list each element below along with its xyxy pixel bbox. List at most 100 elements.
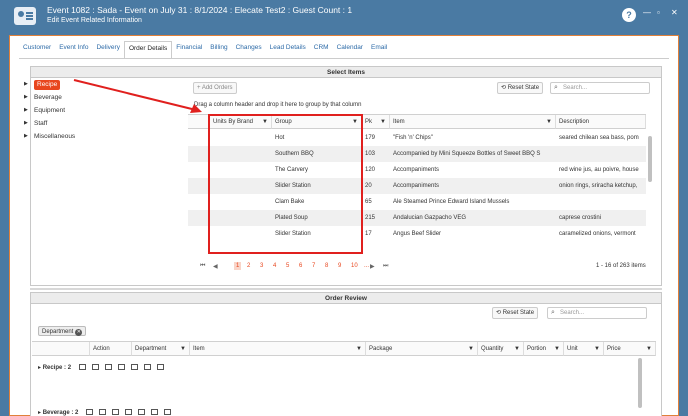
tree-item-beverage[interactable]: ▶ Beverage: [20, 91, 75, 104]
column-header-description[interactable]: Description: [556, 115, 646, 129]
tab-event-info[interactable]: Event Info: [55, 41, 92, 59]
tree-item-recipe[interactable]: ▶ Recipe: [20, 78, 75, 91]
filter-icon[interactable]: ▼: [514, 342, 520, 355]
tree-label: Equipment: [34, 107, 66, 114]
close-button[interactable]: ✕: [671, 8, 678, 17]
tab-changes[interactable]: Changes: [232, 41, 266, 59]
row-action-icons: [78, 364, 170, 371]
search-input[interactable]: Search...: [550, 82, 650, 94]
grid-scrollbar[interactable]: [648, 136, 652, 182]
truck-icon[interactable]: [125, 409, 133, 416]
column-label: Quantity: [481, 346, 504, 352]
cell-item: Andalucian Gazpacho VEG: [393, 215, 467, 221]
page-button[interactable]: 5: [286, 263, 289, 269]
cell-desc: caprese crostini: [559, 215, 602, 221]
next-page-button[interactable]: ▶: [370, 263, 375, 270]
reset-icon: ⟲: [501, 85, 508, 91]
sort-icon[interactable]: [99, 409, 107, 416]
trash-icon[interactable]: [86, 409, 94, 416]
page-button[interactable]: 6: [299, 263, 302, 269]
tab-delivery[interactable]: Delivery: [92, 41, 123, 59]
review-column-header[interactable]: Department ▼: [132, 342, 190, 356]
image-icon[interactable]: [138, 409, 146, 416]
review-column-header[interactable]: Quantity ▼: [478, 342, 524, 356]
list-icon[interactable]: [104, 364, 112, 371]
column-label: Description: [559, 119, 590, 125]
maximize-button[interactable]: ▫: [657, 8, 660, 17]
column-header-item[interactable]: Item ▼: [390, 115, 556, 129]
reset-state-button[interactable]: ⟲ Reset State: [497, 82, 544, 94]
cell-pk: 103: [365, 151, 376, 157]
review-column-header[interactable]: Package ▼: [366, 342, 478, 356]
highlight-box: [208, 114, 363, 254]
page-button[interactable]: ...: [364, 263, 369, 269]
filter-icon[interactable]: ▼: [594, 342, 600, 355]
page-button[interactable]: 2: [247, 263, 250, 269]
department-group-chip[interactable]: Department ✕: [38, 326, 87, 336]
tree-item-miscellaneous[interactable]: ▶ Miscellaneous: [20, 130, 75, 143]
trash-icon[interactable]: [78, 364, 86, 371]
contact-card-icon: [14, 7, 36, 25]
page-button[interactable]: 9: [338, 263, 341, 269]
review-search-input[interactable]: Search...: [547, 307, 647, 319]
red-arrow-icon: [73, 79, 202, 113]
review-column-header[interactable]: Unit ▼: [564, 342, 604, 356]
group-row-beverage[interactable]: ▸ Beverage : 2: [38, 405, 177, 416]
page-button[interactable]: 3: [260, 263, 263, 269]
filter-icon[interactable]: ▼: [646, 342, 652, 355]
group-label: Beverage : 2: [42, 410, 79, 416]
tree-item-staff[interactable]: ▶ Staff: [20, 117, 75, 130]
tab-email[interactable]: Email: [367, 41, 391, 59]
tab-crm[interactable]: CRM: [310, 41, 333, 59]
filter-icon[interactable]: ▼: [356, 342, 362, 355]
sort-icon[interactable]: [91, 364, 99, 371]
tab-customer[interactable]: Customer: [19, 41, 55, 59]
tab-calendar[interactable]: Calendar: [333, 41, 367, 59]
page-button[interactable]: 7: [312, 263, 315, 269]
column-label: Price: [607, 346, 621, 352]
filter-icon[interactable]: ▼: [546, 115, 552, 128]
page-button[interactable]: 4: [273, 263, 276, 269]
main-content: Customer Event Info Delivery Order Details F…: [9, 35, 679, 416]
tree-item-equipment[interactable]: ▶ Equipment: [20, 104, 75, 117]
chip-label: Department: [42, 329, 74, 335]
cell-item: Accompaniments: [393, 167, 440, 173]
prev-page-button[interactable]: ◀: [213, 263, 218, 270]
minimize-button[interactable]: —: [643, 8, 651, 17]
cell-pk: 215: [365, 215, 376, 221]
filter-icon[interactable]: ▼: [468, 342, 474, 355]
review-column-header[interactable]: Portion ▼: [524, 342, 564, 356]
list-icon[interactable]: [112, 409, 120, 416]
group-row-recipe[interactable]: ▸ Recipe : 2: [38, 360, 170, 376]
column-header-pk[interactable]: Pk ▼: [362, 115, 390, 129]
page-button[interactable]: 10: [351, 263, 358, 269]
review-column-header[interactable]: Item ▼: [190, 342, 366, 356]
tab-order-details[interactable]: Order Details: [123, 41, 173, 59]
tree-label: Staff: [34, 120, 48, 127]
filter-icon[interactable]: ▼: [180, 342, 186, 355]
first-page-button[interactable]: ⏮: [200, 263, 205, 270]
page-button[interactable]: 8: [325, 263, 328, 269]
cell-pk: 120: [365, 167, 376, 173]
last-page-button[interactable]: ⏭: [383, 263, 388, 270]
splitter[interactable]: [30, 288, 662, 290]
grid-icon[interactable]: [156, 364, 164, 371]
remove-icon[interactable]: ✕: [75, 329, 83, 336]
filter-icon[interactable]: ▼: [554, 342, 560, 355]
image-icon[interactable]: [130, 364, 138, 371]
help-button[interactable]: ?: [622, 8, 636, 22]
note-icon[interactable]: [151, 409, 159, 416]
note-icon[interactable]: [143, 364, 151, 371]
tab-financial[interactable]: Financial: [172, 41, 206, 59]
tab-lead-details[interactable]: Lead Details: [266, 41, 310, 59]
truck-icon[interactable]: [117, 364, 125, 371]
review-reset-state-button[interactable]: ⟲ Reset State: [492, 307, 539, 319]
review-scrollbar[interactable]: [638, 358, 642, 408]
grid-icon[interactable]: [164, 409, 172, 416]
page-button[interactable]: 1: [234, 262, 242, 270]
reset-state-label: Reset State: [502, 310, 535, 316]
review-column-header[interactable]: Price ▼: [604, 342, 656, 356]
tab-billing[interactable]: Billing: [206, 41, 231, 59]
filter-icon[interactable]: ▼: [380, 115, 386, 128]
review-column-header[interactable]: Action: [90, 342, 132, 356]
